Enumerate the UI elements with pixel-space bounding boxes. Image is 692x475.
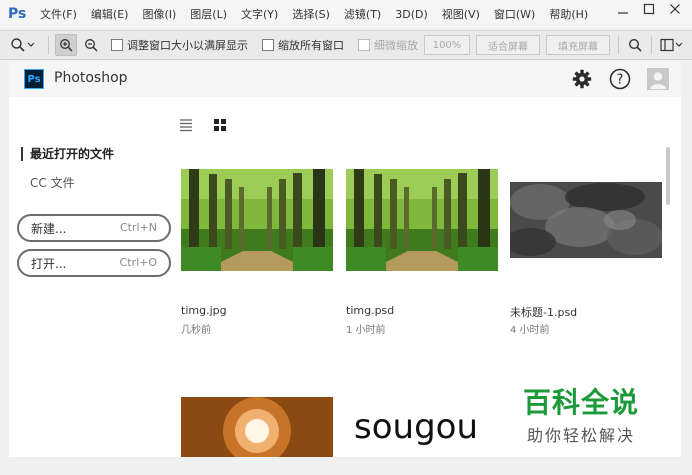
minimize-icon[interactable] bbox=[612, 0, 634, 18]
close-icon[interactable] bbox=[664, 0, 686, 18]
fit-screen-button[interactable]: 适合屏幕 bbox=[476, 35, 540, 55]
menu-view[interactable]: 视图(V) bbox=[442, 6, 480, 22]
open-file-button[interactable]: 打开... Ctrl+O bbox=[17, 249, 171, 277]
menu-layer[interactable]: 图层(L) bbox=[190, 6, 227, 22]
start-header: Ps Photoshop ? bbox=[9, 61, 681, 97]
menu-3d[interactable]: 3D(D) bbox=[395, 8, 428, 21]
recent-files-title[interactable]: 最近打开的文件 bbox=[21, 147, 114, 161]
menu-type[interactable]: 文字(Y) bbox=[241, 6, 278, 22]
file-thumbnail-sougou[interactable]: sougou bbox=[346, 397, 498, 457]
file-time: 几秒前 bbox=[181, 325, 211, 336]
scrubby-zoom-checkbox[interactable]: 细微缩放 bbox=[358, 37, 418, 53]
file-name: 未标题-1.psd bbox=[510, 306, 578, 319]
list-view-icon[interactable] bbox=[179, 117, 193, 136]
help-icon[interactable]: ? bbox=[608, 67, 632, 91]
checkbox-box bbox=[358, 39, 370, 51]
restore-icon[interactable] bbox=[638, 0, 660, 18]
watermark-title: 百科全说 bbox=[522, 386, 639, 419]
menu-select[interactable]: 选择(S) bbox=[292, 6, 330, 22]
zoom-all-windows-checkbox[interactable]: 缩放所有窗口 bbox=[262, 37, 344, 53]
open-file-shortcut: Ctrl+O bbox=[119, 256, 157, 269]
menu-bar: Ps 文件(F) 编辑(E) 图像(I) 图层(L) 文字(Y) 选择(S) 滤… bbox=[0, 0, 692, 28]
new-file-label: 新建... bbox=[31, 222, 67, 236]
svg-text:?: ? bbox=[617, 73, 624, 88]
menu-edit[interactable]: 编辑(E) bbox=[91, 6, 129, 22]
checkbox-box bbox=[262, 39, 274, 51]
watermark-subtitle: 助你轻松解决 bbox=[526, 426, 635, 445]
zoom-tool-preset[interactable] bbox=[10, 37, 42, 53]
divider bbox=[618, 36, 619, 54]
options-bar: 调整窗口大小以满屏显示 缩放所有窗口 细微缩放 100% 适合屏幕 填充屏幕 bbox=[0, 30, 692, 60]
zoom-tool-icon bbox=[11, 38, 25, 52]
resize-windows-label: 调整窗口大小以满屏显示 bbox=[127, 39, 248, 52]
menu-window[interactable]: 窗口(W) bbox=[494, 6, 535, 22]
scrollbar[interactable] bbox=[666, 147, 670, 205]
open-file-label: 打开... bbox=[31, 257, 67, 271]
app-title: Photoshop bbox=[54, 70, 128, 86]
search-icon[interactable] bbox=[625, 35, 645, 55]
thumbnail-text: sougou bbox=[354, 407, 478, 447]
zoom-all-windows-label: 缩放所有窗口 bbox=[278, 39, 344, 52]
chevron-down-icon bbox=[27, 42, 35, 47]
divider bbox=[651, 36, 652, 54]
gear-icon[interactable] bbox=[570, 67, 594, 91]
file-time: 1 小时前 bbox=[346, 325, 386, 336]
photoshop-logo: Ps bbox=[8, 6, 27, 22]
zoom-in-icon[interactable] bbox=[55, 34, 77, 56]
new-file-button[interactable]: 新建... Ctrl+N bbox=[17, 214, 171, 242]
divider bbox=[48, 36, 49, 54]
photoshop-app-icon: Ps bbox=[24, 69, 44, 89]
fill-screen-button[interactable]: 填充屏幕 bbox=[546, 35, 610, 55]
cc-files-link[interactable]: CC 文件 bbox=[30, 174, 75, 191]
file-name: timg.jpg bbox=[181, 304, 227, 317]
file-thumbnail-untitled-psd[interactable] bbox=[510, 182, 662, 258]
menu-file[interactable]: 文件(F) bbox=[40, 6, 77, 22]
file-thumbnail-timg-jpg[interactable] bbox=[181, 169, 333, 271]
file-time: 4 小时前 bbox=[510, 325, 550, 336]
new-file-shortcut: Ctrl+N bbox=[119, 221, 157, 234]
resize-windows-checkbox[interactable]: 调整窗口大小以满屏显示 bbox=[111, 37, 248, 53]
menu-help[interactable]: 帮助(H) bbox=[549, 6, 588, 22]
grid-view-icon[interactable] bbox=[213, 117, 227, 136]
checkbox-box bbox=[111, 39, 123, 51]
workspace-icon[interactable] bbox=[658, 35, 686, 55]
bottom-strip bbox=[0, 457, 692, 475]
file-name: timg.psd bbox=[346, 304, 395, 317]
watermark: 百科全说 助你轻松解决 bbox=[494, 367, 668, 457]
avatar-icon[interactable] bbox=[646, 67, 670, 91]
file-thumbnail-burst[interactable] bbox=[181, 397, 333, 457]
file-thumbnail-timg-psd[interactable] bbox=[346, 169, 498, 271]
scrubby-zoom-label: 细微缩放 bbox=[374, 39, 418, 52]
zoom-out-icon[interactable] bbox=[81, 35, 101, 55]
menu-filter[interactable]: 滤镜(T) bbox=[344, 6, 381, 22]
zoom-100-button[interactable]: 100% bbox=[424, 35, 470, 55]
menu-image[interactable]: 图像(I) bbox=[142, 6, 176, 22]
